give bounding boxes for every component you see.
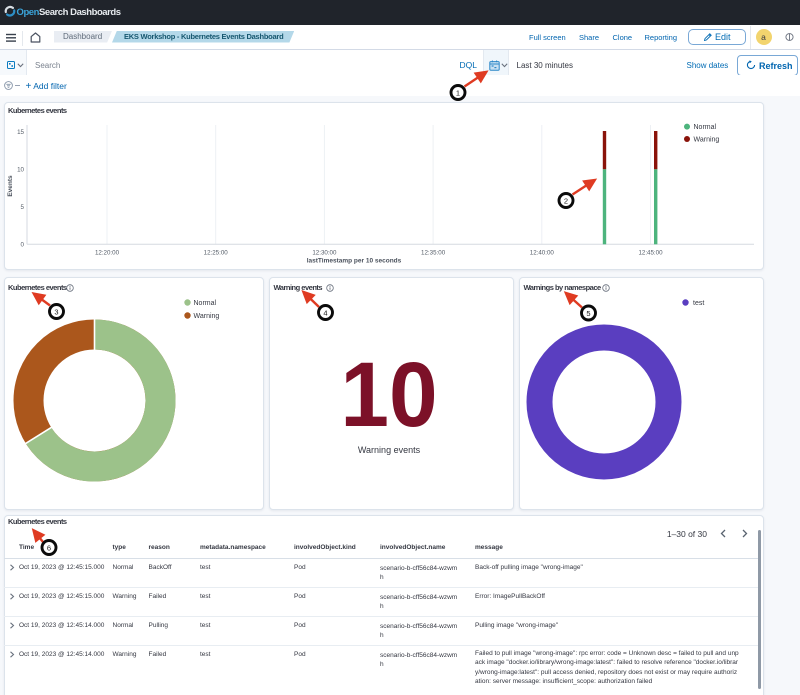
svg-text:5: 5 bbox=[586, 309, 590, 318]
svg-text:6: 6 bbox=[47, 543, 51, 552]
svg-text:3: 3 bbox=[54, 307, 58, 316]
svg-text:2: 2 bbox=[564, 196, 568, 205]
svg-text:4: 4 bbox=[323, 308, 327, 317]
svg-text:1: 1 bbox=[456, 88, 460, 97]
